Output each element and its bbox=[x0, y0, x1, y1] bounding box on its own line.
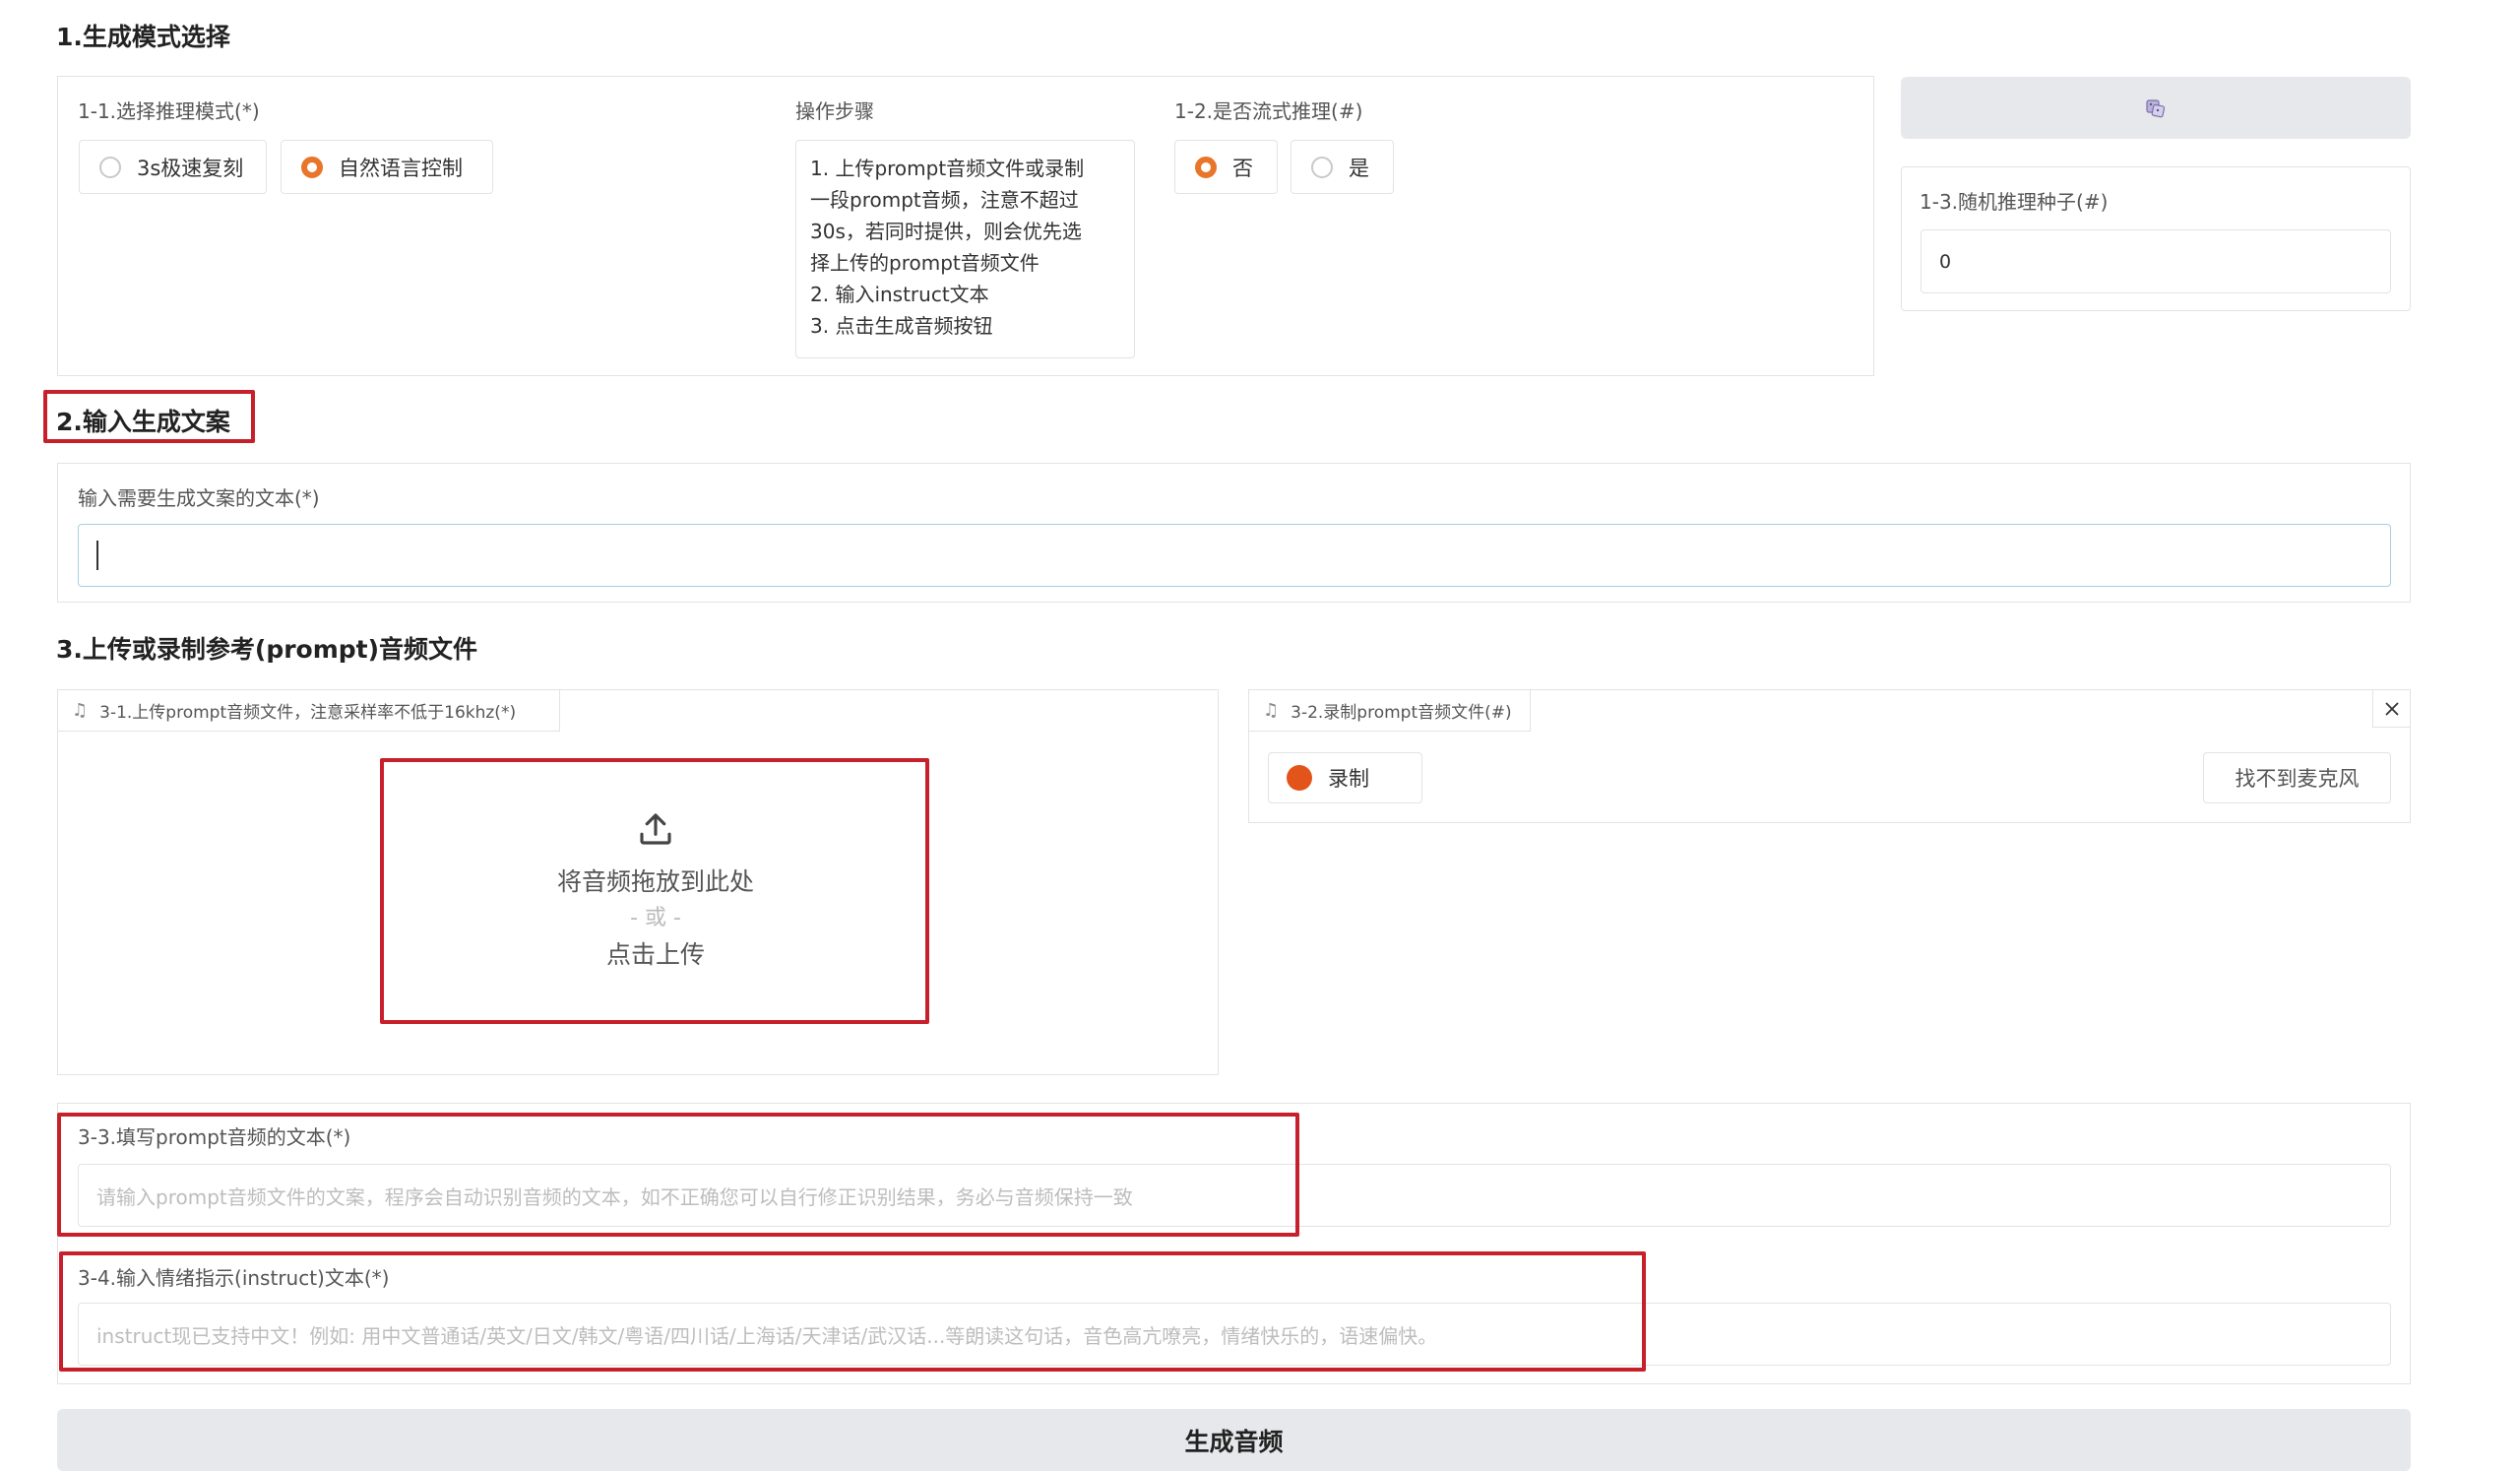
music-note-icon: ♫ bbox=[72, 700, 89, 721]
radio-natural[interactable] bbox=[301, 156, 323, 178]
upload-dropzone[interactable]: 将音频拖放到此处 - 或 - 点击上传 bbox=[384, 761, 927, 1021]
generate-audio-button[interactable]: 生成音频 bbox=[57, 1409, 2411, 1471]
mode-option-3s-label: 3s极速复刻 bbox=[137, 156, 244, 180]
upload-tab: ♫ 3-1.上传prompt音频文件，注意采样率不低于16khz(*) bbox=[58, 690, 560, 732]
mode-option-3s[interactable]: 3s极速复刻 bbox=[79, 140, 267, 194]
instruct-input[interactable]: instruct现已支持中文！例如: 用中文普通话/英文/日文/韩文/粤语/四川… bbox=[78, 1303, 2391, 1366]
close-icon bbox=[2384, 701, 2399, 716]
text-input[interactable] bbox=[78, 524, 2391, 587]
upload-tab-label: 3-1.上传prompt音频文件，注意采样率不低于16khz(*) bbox=[99, 703, 517, 723]
no-mic-button-label: 找不到麦克风 bbox=[2235, 767, 2360, 791]
steps-line: 2. 输入instruct文本 bbox=[810, 283, 989, 306]
radio-3s[interactable] bbox=[99, 156, 121, 178]
mode-option-natural-label: 自然语言控制 bbox=[339, 156, 463, 180]
random-seed-button[interactable] bbox=[1901, 77, 2411, 139]
radio-stream-yes[interactable] bbox=[1311, 156, 1333, 178]
generate-audio-button-label: 生成音频 bbox=[1184, 1427, 1284, 1456]
stream-option-yes[interactable]: 是 bbox=[1291, 140, 1394, 194]
instruct-label: 3-4.输入情绪指示(instruct)文本(*) bbox=[78, 1266, 390, 1290]
prompt-text-placeholder: 请输入prompt音频文件的文案，程序会自动识别音频的文本，如不正确您可以自行修… bbox=[96, 1184, 1133, 1209]
record-button-label: 录制 bbox=[1328, 767, 1369, 791]
seed-value: 0 bbox=[1939, 250, 1952, 273]
music-note-icon: ♫ bbox=[1263, 700, 1280, 721]
stream-label: 1-2.是否流式推理(#) bbox=[1174, 99, 1363, 123]
no-mic-button[interactable]: 找不到麦克风 bbox=[2203, 752, 2391, 803]
steps-line: 3. 点击生成音频按钮 bbox=[810, 314, 993, 338]
mode-label: 1-1.选择推理模式(*) bbox=[78, 99, 260, 123]
stream-option-no-label: 否 bbox=[1232, 156, 1253, 180]
instruct-placeholder: instruct现已支持中文！例如: 用中文普通话/英文/日文/韩文/粤语/四川… bbox=[96, 1323, 1438, 1348]
steps-line: 30s，若同时提供，则会优先选 bbox=[810, 220, 1082, 243]
stream-option-yes-label: 是 bbox=[1349, 156, 1369, 180]
record-dot-icon bbox=[1287, 765, 1312, 791]
steps-line: 一段prompt音频，注意不超过 bbox=[810, 188, 1079, 212]
section-title-text: 2.输入生成文案 bbox=[56, 408, 230, 436]
text-cursor bbox=[96, 541, 98, 570]
steps-line: 1. 上传prompt音频文件或录制 bbox=[810, 157, 1085, 180]
steps-box: 1. 上传prompt音频文件或录制 一段prompt音频，注意不超过 30s，… bbox=[795, 140, 1135, 358]
record-tab: ♫ 3-2.录制prompt音频文件(#) bbox=[1249, 690, 1531, 732]
record-tab-label: 3-2.录制prompt音频文件(#) bbox=[1291, 703, 1512, 723]
upload-or-text: - 或 - bbox=[630, 906, 681, 930]
text-label: 输入需要生成文案的文本(*) bbox=[78, 486, 320, 510]
radio-stream-no[interactable] bbox=[1195, 156, 1217, 178]
seed-label: 1-3.随机推理种子(#) bbox=[1920, 190, 2109, 214]
section-title-mode: 1.生成模式选择 bbox=[56, 23, 230, 51]
mode-option-natural[interactable]: 自然语言控制 bbox=[281, 140, 493, 194]
seed-input[interactable]: 0 bbox=[1921, 229, 2391, 293]
prompt-text-label: 3-3.填写prompt音频的文本(*) bbox=[78, 1125, 351, 1149]
upload-click-text: 点击上传 bbox=[605, 940, 705, 969]
close-button[interactable] bbox=[2372, 690, 2410, 728]
steps-line: 择上传的prompt音频文件 bbox=[810, 251, 1040, 275]
prompt-text-input[interactable]: 请输入prompt音频文件的文案，程序会自动识别音频的文本，如不正确您可以自行修… bbox=[78, 1164, 2391, 1227]
upload-icon bbox=[640, 813, 671, 845]
section-title-audio: 3.上传或录制参考(prompt)音频文件 bbox=[56, 635, 478, 664]
steps-label: 操作步骤 bbox=[795, 99, 874, 123]
stream-option-no[interactable]: 否 bbox=[1174, 140, 1278, 194]
record-button[interactable]: 录制 bbox=[1268, 752, 1422, 803]
upload-drop-text: 将音频拖放到此处 bbox=[556, 867, 754, 896]
dice-icon bbox=[2146, 98, 2166, 117]
